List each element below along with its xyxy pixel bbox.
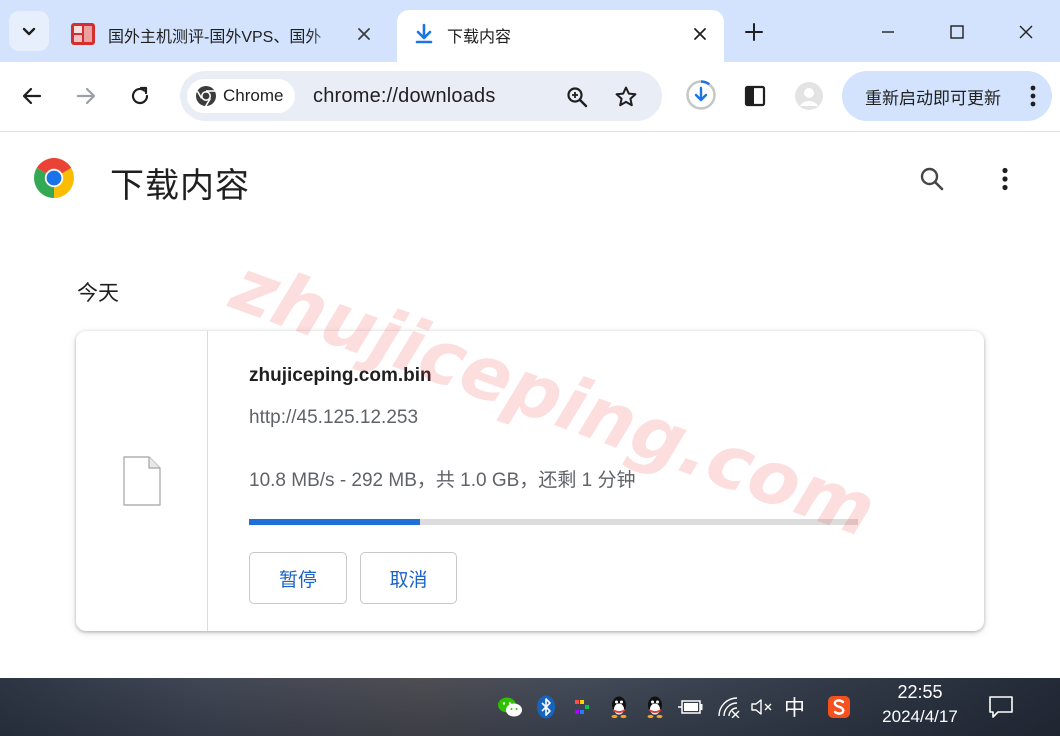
- volume-muted-icon: [751, 699, 772, 715]
- clock-time: 22:55: [897, 682, 943, 702]
- downloads-button[interactable]: [684, 78, 718, 112]
- clock-date: 2024/4/17: [882, 707, 958, 726]
- zoom-in-icon: [567, 87, 588, 108]
- side-panel-icon: [744, 85, 766, 107]
- relaunch-update-button[interactable]: 重新启动即可更新: [842, 71, 1052, 121]
- toolbar: Chrome chrome://downloads 重新启动即可更新: [0, 62, 1060, 132]
- tab-strip: 国外主机测评-国外VPS、国外 下载内容: [0, 0, 1060, 62]
- tab-title: 国外主机测评-国外VPS、国外: [108, 29, 322, 46]
- forward-button[interactable]: [68, 78, 104, 114]
- tray-sogou[interactable]: [824, 678, 854, 736]
- chip-label: Chrome: [223, 86, 284, 105]
- file-source-url[interactable]: http://45.125.12.253: [249, 407, 418, 429]
- notification-icon: [989, 696, 1013, 718]
- tray-wifi[interactable]: [714, 678, 744, 736]
- tab-title: 下载内容: [447, 29, 512, 46]
- app-tray-icon: [575, 700, 589, 714]
- site-chip[interactable]: Chrome: [187, 79, 296, 113]
- reload-button[interactable]: [122, 78, 158, 114]
- new-tab-button[interactable]: [738, 16, 770, 48]
- tray-qq-1[interactable]: [604, 678, 634, 736]
- download-progress-bar: [249, 519, 858, 525]
- download-status: 10.8 MB/s - 292 MB，共 1.0 GB，还剩 1 分钟: [249, 470, 636, 491]
- chevron-down-icon: [22, 27, 36, 36]
- downloads-page: 下载内容 今天 zhujiceping.com.bin http://45.12…: [0, 132, 1060, 678]
- download-icon: [415, 23, 433, 44]
- more-vert-icon: [1030, 85, 1036, 107]
- profile-button[interactable]: [792, 79, 826, 113]
- battery-charging-icon: [678, 700, 703, 714]
- close-icon: [694, 28, 706, 40]
- tab-close-button[interactable]: [690, 24, 710, 44]
- reload-icon: [131, 86, 149, 105]
- avatar-icon: [795, 82, 823, 110]
- tray-bluetooth[interactable]: [532, 678, 560, 736]
- notification-center-button[interactable]: [984, 678, 1018, 736]
- tab-close-button[interactable]: [354, 24, 374, 44]
- chrome-logo-icon: [196, 86, 216, 107]
- qq-penguin-icon: [647, 696, 663, 719]
- tray-wechat[interactable]: [494, 678, 526, 736]
- bluetooth-icon: [537, 695, 555, 719]
- wechat-icon: [498, 697, 522, 717]
- zoom-button[interactable]: [563, 83, 591, 111]
- tray-battery[interactable]: [676, 678, 706, 736]
- sogou-input-icon: [828, 696, 850, 718]
- chrome-logo-icon: [34, 158, 74, 198]
- page-menu-button[interactable]: [990, 163, 1020, 195]
- side-panel-button[interactable]: [738, 79, 772, 113]
- file-icon: [123, 456, 161, 506]
- wifi-off-icon: [718, 697, 740, 718]
- download-progress-icon: [686, 80, 716, 110]
- window-close-button[interactable]: [1004, 12, 1048, 52]
- more-vert-icon: [1002, 167, 1008, 191]
- download-progress-fill: [249, 519, 420, 525]
- system-clock[interactable]: 22:55 2024/4/17: [866, 680, 974, 730]
- download-item-card: zhujiceping.com.bin http://45.125.12.253…: [76, 331, 984, 631]
- tab-zhujiceping[interactable]: 国外主机测评-国外VPS、国外: [58, 10, 388, 62]
- pause-button[interactable]: 暂停: [249, 552, 347, 604]
- star-icon: [615, 86, 637, 107]
- back-button[interactable]: [14, 78, 50, 114]
- ime-indicator[interactable]: 中: [784, 692, 805, 722]
- search-icon: [920, 167, 944, 191]
- file-icon-column: [76, 331, 208, 631]
- search-downloads-button[interactable]: [916, 163, 948, 195]
- tray-qq-2[interactable]: [640, 678, 670, 736]
- bookmark-button[interactable]: [612, 83, 640, 111]
- maximize-icon: [950, 25, 964, 39]
- file-name-link[interactable]: zhujiceping.com.bin: [249, 365, 432, 387]
- cancel-button[interactable]: 取消: [360, 552, 457, 604]
- tray-app[interactable]: [568, 678, 596, 736]
- tab-search-button[interactable]: [9, 11, 49, 51]
- maximize-button[interactable]: [935, 12, 979, 52]
- page-title: 下载内容: [110, 167, 250, 205]
- qq-penguin-icon: [611, 696, 627, 719]
- address-bar[interactable]: Chrome chrome://downloads: [180, 71, 662, 121]
- update-label: 重新启动即可更新: [865, 88, 1001, 108]
- tab-downloads[interactable]: 下载内容: [397, 10, 724, 62]
- arrow-left-icon: [22, 87, 42, 105]
- url-text[interactable]: chrome://downloads: [313, 85, 496, 108]
- close-icon: [1019, 25, 1033, 39]
- taskbar: 中 22:55 2024/4/17: [0, 678, 1060, 736]
- minimize-button[interactable]: [866, 12, 910, 52]
- minimize-icon: [882, 31, 894, 33]
- close-icon: [358, 28, 370, 40]
- tray-volume[interactable]: [748, 678, 776, 736]
- plus-icon: [745, 23, 763, 41]
- date-section-header: 今天: [77, 282, 119, 305]
- arrow-right-icon: [76, 87, 96, 105]
- site-favicon-icon: [71, 23, 95, 45]
